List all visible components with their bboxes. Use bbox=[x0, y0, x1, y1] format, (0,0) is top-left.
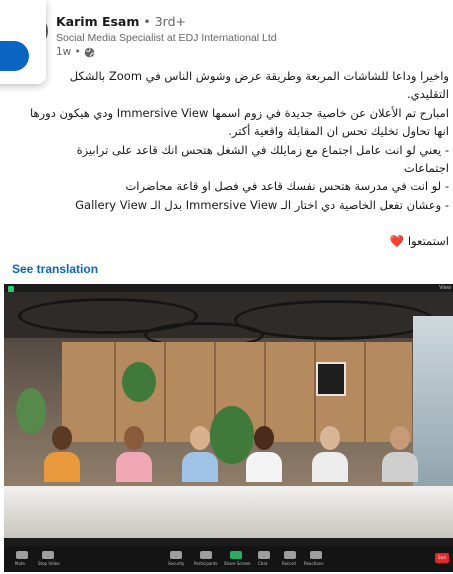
participants-icon[interactable] bbox=[200, 551, 212, 559]
see-translation-link[interactable]: See translation bbox=[12, 262, 98, 276]
post-line: واخيرا وداعا للشاشات المربعة وطريقة عرض … bbox=[69, 69, 449, 83]
participant bbox=[246, 426, 282, 482]
record-icon[interactable] bbox=[284, 551, 296, 559]
post-line: انها تحاول تخليك تحس ان المقابلة واقعية … bbox=[228, 124, 449, 139]
post-closing-line: استمتعوا ❤️ bbox=[3, 232, 449, 250]
author-name-row: Karim Esam • 3rd+ bbox=[56, 14, 186, 29]
window bbox=[413, 316, 453, 486]
meeting-scene bbox=[4, 292, 453, 538]
toolbar-label: Stop Video bbox=[38, 561, 60, 566]
zoom-toolbar: Mute Stop Video Security Participants Sh… bbox=[4, 546, 453, 572]
post-line: اجتماعات bbox=[403, 161, 449, 176]
participant bbox=[182, 426, 218, 482]
post-line: - وعشان تفعل الخاصية دي اختار الـ Immers… bbox=[75, 197, 449, 212]
connection-degree: • 3rd+ bbox=[143, 14, 187, 29]
wall-slat bbox=[164, 342, 166, 442]
participant bbox=[44, 426, 80, 482]
wall-picture bbox=[316, 362, 346, 396]
plant bbox=[16, 388, 46, 434]
toolbar-label: Mute bbox=[15, 561, 26, 566]
security-icon[interactable] bbox=[170, 551, 182, 559]
popup-action-button[interactable] bbox=[0, 41, 29, 71]
post-line: امبارح تم الأعلان عن خاصية جديدة في زوم … bbox=[30, 105, 449, 120]
toolbar-label: Security bbox=[168, 561, 185, 566]
post-line: - لو انت في مدرسة هتحس نفسك قاعد في فصل … bbox=[125, 179, 449, 194]
participant bbox=[382, 426, 418, 482]
post-time: 1w • bbox=[56, 46, 81, 58]
wall-slat bbox=[364, 342, 366, 442]
view-label: View bbox=[439, 285, 451, 291]
plant bbox=[122, 362, 156, 402]
light-ring bbox=[234, 300, 434, 340]
toolbar-label: Chat bbox=[258, 561, 268, 566]
post-line: التقليدي. bbox=[407, 87, 449, 102]
post-body: واخيرا وداعا للشاشات المربعة وطريقة عرض … bbox=[3, 67, 449, 251]
author-name[interactable]: Karim Esam bbox=[56, 14, 139, 29]
globe-icon bbox=[84, 47, 95, 57]
video-icon[interactable] bbox=[42, 551, 54, 559]
mute-icon[interactable] bbox=[16, 551, 28, 559]
toolbar-label: Reactions bbox=[304, 561, 324, 566]
reactions-icon[interactable] bbox=[310, 551, 322, 559]
post-closing: استمتعوا bbox=[407, 234, 449, 249]
participant bbox=[312, 426, 348, 482]
toolbar-label: Record bbox=[282, 561, 296, 566]
toolbar-label: Participants bbox=[194, 561, 218, 566]
post-meta: 1w • bbox=[56, 46, 95, 58]
chat-icon[interactable] bbox=[258, 551, 270, 559]
end-meeting-button[interactable]: End bbox=[435, 553, 449, 563]
profile-popup-card bbox=[0, 0, 46, 84]
post-line: - يعني لو انت عامل اجتماع مع زمايلك في ا… bbox=[76, 142, 449, 157]
toolbar-label: Share Screen bbox=[224, 561, 251, 566]
heart-icon: ❤️ bbox=[389, 234, 405, 249]
meeting-table bbox=[4, 486, 453, 538]
participant bbox=[116, 426, 152, 482]
share-screen-icon[interactable] bbox=[230, 551, 242, 559]
author-headline: Social Media Specialist at EDJ Internati… bbox=[56, 32, 277, 44]
post-image[interactable]: View Mute Stop Video Security Participan… bbox=[4, 284, 453, 572]
